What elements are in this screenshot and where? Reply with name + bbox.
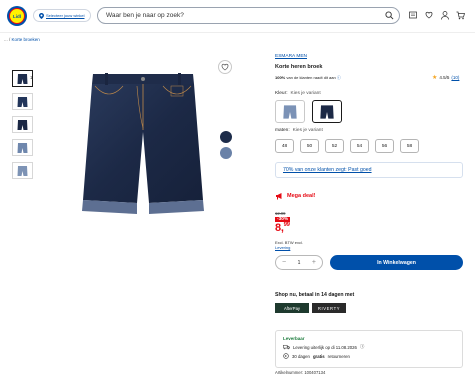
thumbnail-5[interactable] — [12, 162, 33, 179]
current-price: 8,99 — [275, 222, 290, 234]
heart-icon[interactable] — [424, 10, 433, 20]
payment-heading: Shop nu, betaal in 14 dagen met — [275, 292, 355, 298]
recommend-label: van de klanten raadt dit aan — [286, 75, 336, 80]
quantity-decrease-button[interactable]: − — [282, 259, 286, 266]
size-option[interactable]: 50 — [300, 139, 319, 153]
recommendation-text: 100% van de klanten raadt dit aan ⓘ — [275, 75, 341, 81]
price-cents: 99 — [283, 222, 290, 228]
breadcrumb: ... / Korte broeken — [4, 37, 40, 42]
thumbnail-list — [12, 70, 33, 179]
thumbnail-3[interactable] — [12, 116, 33, 133]
product-title: Korte heren broek — [275, 64, 323, 70]
location-pin-icon — [39, 12, 44, 19]
size-label: maten: Kies je variant — [275, 128, 323, 133]
color-hint: Kies je variant — [290, 91, 321, 96]
recommend-percentage: 100% — [275, 75, 286, 80]
product-main-image[interactable] — [79, 72, 207, 220]
delivery-row: Levering uiterlijk op di 11.08.2026 ⓘ — [283, 344, 455, 350]
color-swatch-dark[interactable] — [312, 100, 342, 123]
rating[interactable]: ★ 4.5/5 (10) — [432, 74, 459, 81]
add-to-cart-button[interactable]: In Winkelwagen — [330, 255, 463, 270]
search-icon[interactable] — [385, 11, 394, 20]
afterpay-logo: AfterPay — [275, 303, 309, 313]
color-dot-dark[interactable] — [220, 131, 232, 143]
return-icon — [283, 353, 289, 359]
cart-icon[interactable] — [456, 10, 465, 20]
article-number: Artikelnummer: 100407134 — [275, 370, 326, 375]
fit-info-link[interactable]: 70% van onze klanten zegt: Past goed — [275, 162, 463, 178]
return-label: retourneren — [327, 353, 350, 359]
size-option[interactable]: 52 — [325, 139, 344, 153]
availability-status: Leverbaar — [283, 336, 305, 341]
quantity-increase-button[interactable]: + — [312, 259, 316, 266]
top-header: Lidl Selecteer jouw winkel Waar ben je n… — [0, 0, 475, 33]
search-input[interactable]: Waar ben je naar op zoek? — [97, 7, 400, 24]
mega-deal-badge: Mega deal! — [275, 192, 315, 200]
thumbnail-4[interactable] — [12, 139, 33, 156]
store-selector-button[interactable]: Selecteer jouw winkel — [33, 9, 91, 22]
store-selector-label: Selecteer jouw winkel — [46, 13, 85, 18]
rating-value: 4.5/5 — [439, 75, 450, 80]
color-swatch-light[interactable] — [275, 100, 305, 123]
delivery-costs-link[interactable]: Levering — [275, 245, 303, 250]
user-icon[interactable] — [440, 10, 449, 20]
info-icon[interactable]: ⓘ — [360, 344, 364, 350]
return-free: gratis — [312, 353, 325, 359]
delivery-box: Leverbaar Levering uiterlijk op di 11.08… — [275, 330, 463, 368]
breadcrumb-prefix[interactable]: ... / — [4, 37, 10, 42]
size-hint: Kies je variant — [292, 128, 323, 133]
size-option[interactable]: 58 — [400, 139, 419, 153]
old-price: 12.99 — [275, 211, 286, 216]
thumbnail-counter: 1 — [30, 75, 33, 80]
menu-icon[interactable] — [408, 10, 417, 20]
megaphone-icon — [276, 193, 282, 200]
info-icon[interactable]: ⓘ — [337, 75, 341, 80]
review-count[interactable]: (10) — [451, 75, 459, 80]
star-icon: ★ — [432, 75, 438, 81]
price-main: 8, — [275, 222, 284, 234]
quantity-value[interactable]: 1 — [298, 260, 301, 266]
riverty-logo: RIVERTY — [312, 303, 346, 313]
logo-text: Lidl — [13, 13, 21, 19]
size-options: 48 50 52 54 56 58 — [275, 139, 419, 153]
return-days: 30 dagen — [292, 353, 310, 359]
color-dot-light[interactable] — [220, 147, 232, 159]
size-option[interactable]: 48 — [275, 139, 294, 153]
truck-icon — [283, 344, 290, 350]
return-row: 30 dagen gratis retourneren — [283, 353, 455, 359]
size-option[interactable]: 56 — [375, 139, 394, 153]
quantity-stepper: − 1 + — [275, 255, 323, 270]
color-label: Kleur: Kies je variant — [275, 91, 321, 96]
lidl-logo[interactable]: Lidl — [7, 6, 27, 26]
favorite-button[interactable] — [218, 60, 232, 74]
search-placeholder: Waar ben je naar op zoek? — [106, 12, 184, 19]
heart-icon — [221, 63, 229, 71]
vat-info: Excl. BTW excl. Levering — [275, 240, 303, 250]
header-icons — [408, 10, 465, 20]
thumbnail-2[interactable] — [12, 93, 33, 110]
breadcrumb-current[interactable]: Korte broeken — [12, 37, 40, 42]
brand-link[interactable]: ESMARA MEN — [275, 54, 307, 59]
mega-deal-label: Mega deal! — [287, 193, 316, 199]
size-option[interactable]: 54 — [350, 139, 369, 153]
payment-logos: AfterPay RIVERTY — [275, 303, 346, 313]
delivery-date: Levering uiterlijk op di 11.08.2026 — [293, 344, 357, 350]
